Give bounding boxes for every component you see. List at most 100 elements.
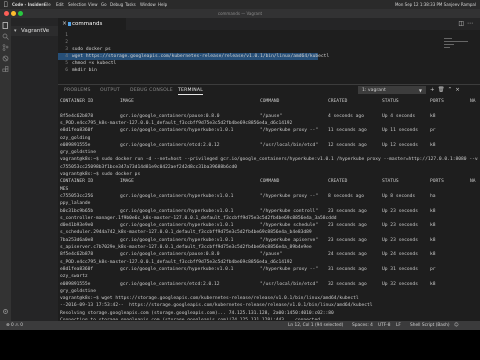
terminal-output[interactable]: CONTAINER ID IMAGE COMMAND CREATED STATUS POR… bbox=[60, 98, 478, 320]
menu-window[interactable]: Window bbox=[140, 0, 156, 9]
terminal-output-line: c755053cc25098b3f1bce347a73d14d81e9c0422… bbox=[60, 164, 238, 170]
terminal-header-row: CONTAINER ID IMAGE COMMAND CREATED STATUS POR… bbox=[60, 98, 478, 105]
terminal-row: 7ba253d6a0e8 gcr.io/google_containers/hyp… bbox=[60, 237, 478, 244]
terminal-cell: k8 bbox=[430, 237, 436, 243]
terminal-cell: CREATED bbox=[328, 179, 348, 185]
encoding-status[interactable]: UTF-8 bbox=[378, 321, 391, 330]
terminal-cell: CONTAINER ID bbox=[60, 99, 94, 104]
terminal-cell: 23 seconds ago bbox=[328, 237, 367, 243]
folder-label: VagrantVe bbox=[21, 28, 50, 34]
tab-debug-console[interactable]: DEBUG CONSOLE bbox=[130, 85, 173, 96]
terminal-output-line: Connecting to storage.googleapis.com (st… bbox=[60, 317, 478, 320]
editor-line: 2 bbox=[65, 40, 68, 45]
language-mode[interactable]: Shell Script (Bash) bbox=[410, 321, 450, 330]
debug-icon[interactable] bbox=[2, 55, 9, 62]
source-control-icon[interactable] bbox=[2, 44, 9, 51]
close-tab-icon[interactable]: × bbox=[62, 18, 67, 30]
tab-problems[interactable]: PROBLEMS bbox=[64, 85, 91, 96]
close-panel-icon[interactable]: × bbox=[455, 87, 463, 93]
terminal-row: gry_goldstine bbox=[60, 149, 478, 156]
terminal-cell: s_apiserver.c7b7029e_k8s-master-127.0.0.… bbox=[60, 245, 312, 250]
menu-selection[interactable]: Selection bbox=[68, 0, 86, 9]
editor-line: 5 chmod +x kubectl bbox=[65, 61, 117, 66]
terminal-cell: d0e41b93e9e0 bbox=[60, 223, 94, 229]
split-editor-icon[interactable]: ◫ bbox=[458, 20, 467, 27]
terminal-row: ozy_swartz bbox=[60, 273, 478, 280]
menu-tasks[interactable]: Tasks bbox=[125, 0, 136, 9]
minimize-window-button[interactable] bbox=[11, 11, 16, 16]
terminal-cell: e8d1fea8360f bbox=[60, 266, 94, 272]
gear-icon[interactable] bbox=[2, 308, 9, 315]
terminal-row: e8d1fea8360f gcr.io/google_containers/hyp… bbox=[60, 127, 478, 134]
terminal-cell: Up 32 seconds bbox=[382, 281, 418, 287]
terminal-cell: "/hyperkube controll" bbox=[260, 208, 319, 214]
terminal-cell: "/usr/local/bin/etcd" bbox=[260, 281, 319, 287]
terminal-cell: ppy_lalande bbox=[60, 201, 91, 207]
menu-file[interactable]: File bbox=[44, 0, 51, 9]
menu-go[interactable]: Go bbox=[101, 0, 107, 9]
add-terminal-icon[interactable]: + bbox=[430, 87, 438, 93]
editor-tab-strip: × commands ◫⋯ bbox=[58, 18, 480, 30]
terminal-cell: Up 12 seconds bbox=[382, 142, 418, 148]
terminal-cell: "/hyperkube proxy --" bbox=[260, 128, 319, 134]
terminal-cell: s_POD.e4cc795_k8s-master-127.0.0.1_defau… bbox=[60, 259, 293, 265]
terminal-cell: "/pause" bbox=[260, 252, 283, 258]
files-icon[interactable] bbox=[2, 22, 9, 29]
eol-status[interactable]: LF bbox=[396, 321, 401, 330]
menu-view[interactable]: View bbox=[88, 0, 98, 9]
terminal-cell: "/hyperkube proxy --" bbox=[260, 266, 319, 272]
tab-output[interactable]: OUTPUT bbox=[100, 85, 120, 96]
extensions-icon[interactable] bbox=[2, 66, 9, 73]
close-window-button[interactable] bbox=[4, 11, 9, 16]
terminal-row bbox=[60, 105, 478, 112]
terminal-cell: 8f5e4c62b878 bbox=[60, 113, 94, 119]
tab-terminal[interactable]: TERMINAL bbox=[178, 85, 203, 96]
terminal-cell: gry_goldstine bbox=[60, 150, 96, 156]
terminal-cell: 4 seconds ago bbox=[328, 113, 364, 119]
menu-app-name[interactable]: Code - Insiders bbox=[12, 0, 46, 9]
trash-icon[interactable]: 🗑 bbox=[438, 87, 448, 93]
terminal-cell: IMAGE bbox=[120, 99, 134, 104]
folder-header[interactable]: ▾ VagrantVe bbox=[11, 26, 58, 36]
terminal-cell: Up 24 seconds bbox=[382, 252, 418, 258]
terminal-cell: b0c31bc9b65b bbox=[60, 208, 94, 214]
zoom-window-button[interactable] bbox=[18, 11, 23, 16]
terminal-cell: Up 31 seconds bbox=[382, 266, 418, 272]
terminal-cell: Up 11 seconds bbox=[382, 128, 418, 134]
terminal-output-line: --2016-09-13 17:53:42-- https://storage.… bbox=[60, 303, 373, 309]
terminal-cell: "/hyperkube schedule" bbox=[260, 223, 319, 229]
menu-bar-clock: Mon Sep 12 1:38:33 PM Sanjeev Rampal bbox=[394, 2, 476, 7]
terminal-cell: STATUS bbox=[382, 179, 399, 185]
minimap[interactable] bbox=[442, 32, 470, 80]
terminal-cell: gcr.io/google_containers/hyperkube:v1.0.… bbox=[120, 193, 234, 199]
terminal-cell: s_scheduler.2944a742_k8s-master-127.0.0.… bbox=[60, 230, 312, 236]
menu-help[interactable]: Help bbox=[158, 0, 167, 9]
menu-edit[interactable]: Edit bbox=[56, 0, 64, 9]
terminal-row: ozy_golding bbox=[60, 135, 478, 142]
indentation-status[interactable]: Spaces: 4 bbox=[352, 321, 373, 330]
window-title: commands — Vagrant bbox=[217, 11, 263, 16]
terminal-select[interactable]: 1: vagrant ▼ bbox=[358, 86, 426, 94]
terminal-cell: Up 23 seconds bbox=[382, 237, 418, 243]
apple-icon[interactable]:  bbox=[4, 0, 8, 9]
terminal-row: b0c31bc9b65b gcr.io/google_containers/hyp… bbox=[60, 208, 478, 215]
search-icon[interactable] bbox=[2, 33, 9, 40]
code-editor[interactable]: 1 2 3 sudo docker ps 4 wget https://storag… bbox=[58, 30, 480, 82]
terminal-cell: s_POD.e4cc795_k8s-master-127.0.0.1_defau… bbox=[60, 120, 293, 126]
terminal-cell: k8 bbox=[430, 281, 436, 287]
menu-debug[interactable]: Debug bbox=[110, 0, 123, 9]
smile-icon[interactable]: ☺ bbox=[454, 321, 458, 330]
more-actions-icon[interactable]: ⋯ bbox=[467, 20, 476, 27]
panel-tab-strip: PROBLEMS OUTPUT DEBUG CONSOLE TERMINAL 1… bbox=[58, 85, 480, 96]
terminal-cell: Up 8 seconds bbox=[382, 193, 416, 199]
terminal-row: s_controller-manager.1f9b0e6c_k8s-master… bbox=[60, 215, 478, 222]
terminal-cell: e089891555e bbox=[60, 281, 91, 287]
terminal-cell: gcr.io/google_containers/pause:0.8.0 bbox=[120, 113, 220, 119]
terminal-cell: 11 seconds ago bbox=[328, 128, 367, 134]
terminal-cell: 31 seconds ago bbox=[328, 266, 367, 272]
tab-commands[interactable]: × commands bbox=[58, 18, 126, 30]
problems-status[interactable]: ⊗ 0 ⚠ 0 bbox=[6, 321, 23, 330]
cursor-position[interactable]: Ln 12, Col 1 (94 selected) bbox=[288, 321, 343, 330]
activity-bar bbox=[0, 18, 11, 321]
terminal-cell: IMAGE bbox=[120, 179, 134, 185]
